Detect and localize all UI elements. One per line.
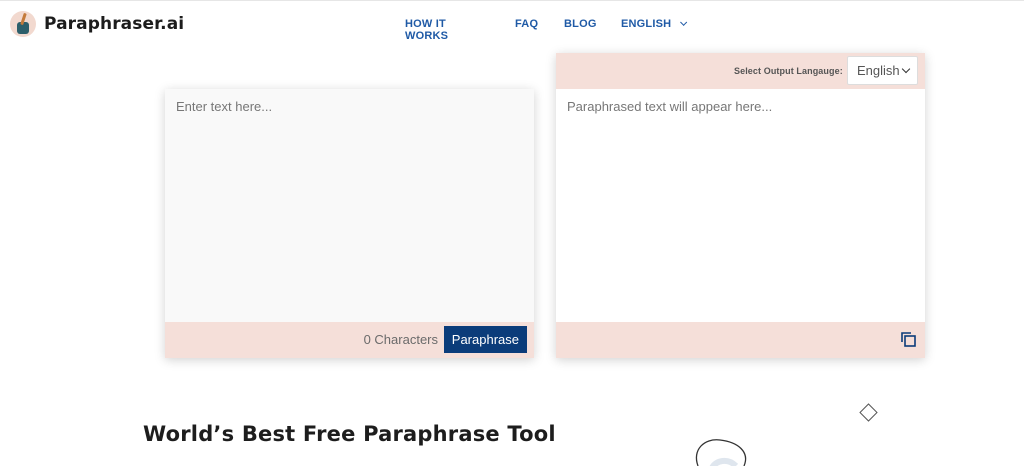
output-language-label: Select Output Langauge: — [734, 66, 843, 76]
output-panel-footer — [556, 322, 925, 358]
output-language-select[interactable]: English — [847, 56, 918, 85]
input-textarea[interactable] — [165, 89, 534, 322]
character-count: 0 Characters — [363, 332, 438, 347]
chevron-down-icon — [901, 64, 911, 74]
page-headline: World’s Best Free Paraphrase Tool — [143, 422, 556, 446]
input-panel-footer: 0 Characters Paraphrase — [165, 322, 534, 358]
nav-language-label: ENGLISH — [621, 18, 672, 30]
decorative-diamond-icon — [859, 403, 878, 422]
output-language-value: English — [857, 63, 900, 78]
output-panel-header: Select Output Langauge: English — [556, 53, 925, 89]
decorative-blob-icon — [695, 439, 747, 466]
paraphrase-button[interactable]: Paraphrase — [443, 326, 527, 353]
nav-faq[interactable]: FAQ — [515, 18, 538, 30]
brand-name: Paraphraser.ai — [44, 14, 185, 34]
output-panel: Select Output Langauge: English Paraphra… — [556, 53, 925, 358]
nav-language-dropdown[interactable]: ENGLISH — [621, 18, 688, 30]
nav-blog[interactable]: BLOG — [564, 18, 597, 30]
copy-icon[interactable] — [900, 331, 917, 348]
top-navbar: Paraphraser.ai HOW IT WORKS FAQ BLOG ENG… — [0, 0, 1024, 50]
input-panel: 0 Characters Paraphrase — [165, 89, 534, 358]
chevron-down-icon — [680, 18, 688, 26]
nav-how-it-works[interactable]: HOW IT WORKS — [405, 18, 448, 42]
inkpot-quill-icon — [10, 11, 36, 37]
brand-logo[interactable]: Paraphraser.ai — [10, 11, 184, 37]
output-text-area[interactable]: Paraphrased text will appear here... — [556, 89, 925, 322]
